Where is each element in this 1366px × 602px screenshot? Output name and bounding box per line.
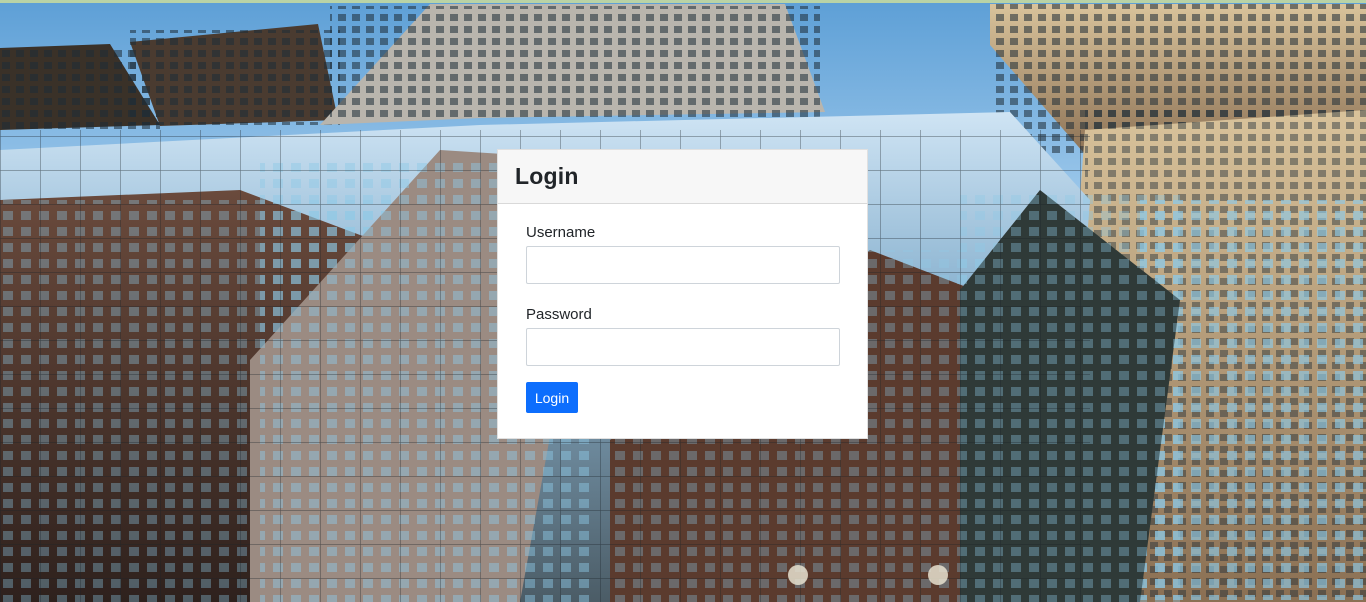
password-input[interactable] [526, 328, 840, 366]
login-form: Username Password Login [498, 204, 867, 413]
username-label: Username [526, 224, 596, 241]
login-title: Login [515, 163, 579, 189]
login-card: Login Username Password Login [497, 149, 868, 439]
password-label: Password [526, 306, 592, 323]
login-button[interactable]: Login [526, 382, 578, 413]
top-accent-strip [0, 0, 1366, 3]
login-card-header: Login [498, 150, 867, 204]
username-input[interactable] [526, 246, 840, 284]
